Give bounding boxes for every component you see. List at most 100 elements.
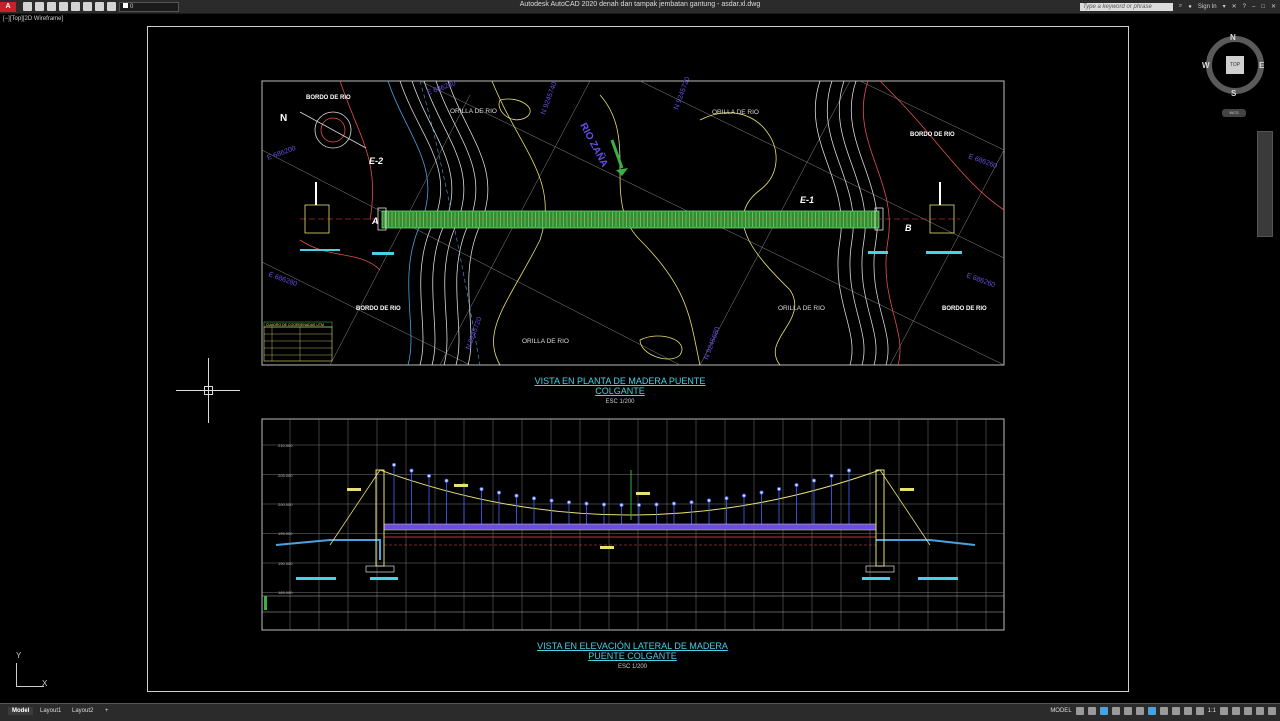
grid-label-6: N 9245740: [540, 81, 558, 116]
elevation-view-title: VISTA EN ELEVACIÓN LATERAL DE MADERA PUE…: [520, 641, 745, 672]
hanger-clamp: [584, 501, 589, 506]
label-e2: E-2: [369, 156, 383, 166]
coordinate-table: CUADRO DE COORDENADAS UTM: [263, 321, 333, 362]
dim-mark-3: [926, 251, 962, 254]
grid-label-4: E 686260: [967, 153, 998, 170]
viewcube-east[interactable]: E: [1259, 61, 1264, 70]
dim-elev-3: [862, 577, 890, 580]
navigation-bar[interactable]: [1257, 131, 1273, 237]
hanger-clamp: [777, 487, 782, 492]
dim-elev-4: [918, 577, 958, 580]
elev-scale: ESC 1/200: [617, 664, 648, 670]
transparency-icon[interactable]: [1171, 707, 1180, 715]
north-label: N: [280, 113, 287, 124]
elev-title-line-1: VISTA EN ELEVACIÓN LATERAL DE MADERA: [537, 641, 728, 651]
plan-view-title: VISTA EN PLANTA DE MADERA PUENTE COLGANT…: [520, 376, 720, 407]
grid-label-8: N 9245720: [465, 316, 483, 351]
drawing-canvas[interactable]: N BORDO DE RIO BORDO DE RIO BORDO DE RIO…: [0, 0, 1280, 720]
hanger-clamp: [724, 496, 729, 501]
label-bordo-br: BORDO DE RIO: [942, 306, 987, 312]
hanger-clamp: [619, 502, 624, 507]
dim-mark-1: [372, 252, 394, 255]
lineweight-icon[interactable]: [1159, 707, 1168, 715]
plan-title-line-2: COLGANTE: [595, 386, 645, 396]
viewcube-north[interactable]: N: [1230, 33, 1236, 42]
plan-title-line-1: VISTA EN PLANTA DE MADERA PUENTE: [534, 376, 706, 386]
ortho-icon[interactable]: [1099, 707, 1108, 715]
viewcube-top-face[interactable]: TOP: [1226, 56, 1244, 74]
hanger-clamp: [759, 490, 764, 495]
hanger-clamp: [672, 501, 677, 506]
tab-layout2[interactable]: Layout2: [68, 707, 97, 715]
label-b: B: [905, 223, 912, 233]
level-label-6: 185.000: [278, 590, 293, 595]
polar-icon[interactable]: [1111, 707, 1120, 715]
hanger-clamp: [847, 468, 852, 473]
main-cable: [379, 469, 881, 516]
label-orilla-2: ORILLA DE RIO: [712, 109, 759, 116]
model-space-button[interactable]: MODEL: [1050, 708, 1071, 714]
hanger-clamp: [689, 500, 694, 505]
ucs-x-axis: [16, 686, 44, 687]
grid-icon[interactable]: [1075, 707, 1084, 715]
hanger-clamp: [812, 478, 817, 483]
fullscreen-icon[interactable]: [1256, 707, 1264, 715]
bridge-deck-elevation: [383, 523, 877, 531]
label-e1: E-1: [800, 195, 814, 205]
hanger-clamp: [567, 500, 572, 505]
wcs-menu[interactable]: WCS: [1222, 109, 1246, 117]
level-label-3: 200.000: [278, 502, 293, 507]
hanger-clamp: [391, 462, 396, 467]
river-flow-arrow: [610, 139, 624, 169]
label-rio: RIO ZAÑA: [577, 120, 611, 169]
cursor-pickbox: [204, 386, 213, 395]
label-bordo-bl: BORDO DE RIO: [356, 306, 401, 312]
isodraft-icon[interactable]: [1123, 707, 1132, 715]
ucs-x-label: X: [42, 679, 48, 688]
hanger-clamp: [549, 498, 554, 503]
profile-band-marker: [264, 596, 267, 610]
add-layout-tab[interactable]: +: [101, 707, 113, 715]
plus-icon[interactable]: [1232, 707, 1240, 715]
tower-right: [875, 469, 885, 567]
bridge-deck-plan: [381, 210, 880, 229]
customization-menu-icon[interactable]: [1268, 707, 1276, 715]
viewcube-west[interactable]: W: [1202, 61, 1210, 70]
dim-mark-2: [868, 251, 888, 254]
object-snap-icon[interactable]: [1147, 707, 1156, 715]
plan-scale: ESC 1/200: [605, 399, 635, 405]
hanger-clamp: [426, 473, 431, 478]
selection-cycling-icon[interactable]: [1183, 707, 1192, 715]
hanger-clamp: [707, 498, 712, 503]
annotation-scale-value[interactable]: 1:1: [1208, 708, 1216, 714]
grid-label-5: E 686260: [965, 272, 996, 289]
grid-label-3: E 686280: [267, 271, 298, 288]
hanger-clamp: [514, 493, 519, 498]
hanger-clamp: [637, 502, 642, 507]
level-label-2: 205.000: [278, 473, 293, 478]
object-snap-tracking-icon[interactable]: [1135, 707, 1144, 715]
label-orilla-4: ORILLA DE RIO: [522, 338, 569, 345]
tab-layout1[interactable]: Layout1: [36, 707, 65, 715]
elevation-view: 210.000 205.000 200.000 195.000 190.000 …: [261, 418, 1005, 631]
label-orilla-1: ORILLA DE RIO: [450, 108, 497, 115]
viewcube[interactable]: TOP: [1206, 36, 1264, 94]
hanger-clamp: [496, 490, 501, 495]
level-label-5: 190.000: [278, 561, 293, 566]
deck-planks: [384, 212, 876, 227]
annotation-scale-icon[interactable]: [1195, 707, 1204, 715]
hanger-clamp: [829, 473, 834, 478]
workspace-gear-icon[interactable]: [1220, 707, 1228, 715]
viewcube-south[interactable]: S: [1231, 89, 1236, 98]
isolate-objects-icon[interactable]: [1244, 707, 1252, 715]
coordinate-table-title: CUADRO DE COORDENADAS UTM: [266, 323, 324, 327]
ucs-y-axis: [16, 663, 17, 687]
tab-model[interactable]: Model: [8, 707, 34, 715]
dim-elev-2: [370, 577, 398, 580]
snap-icon[interactable]: [1087, 707, 1096, 715]
hanger-clamp: [654, 502, 659, 507]
status-bar: Model Layout1 Layout2 + MODEL 1:1: [0, 703, 1280, 721]
hanger-clamp: [444, 478, 449, 483]
grid-label-9: N 9245680: [703, 326, 721, 361]
hanger-clamp: [532, 496, 537, 501]
